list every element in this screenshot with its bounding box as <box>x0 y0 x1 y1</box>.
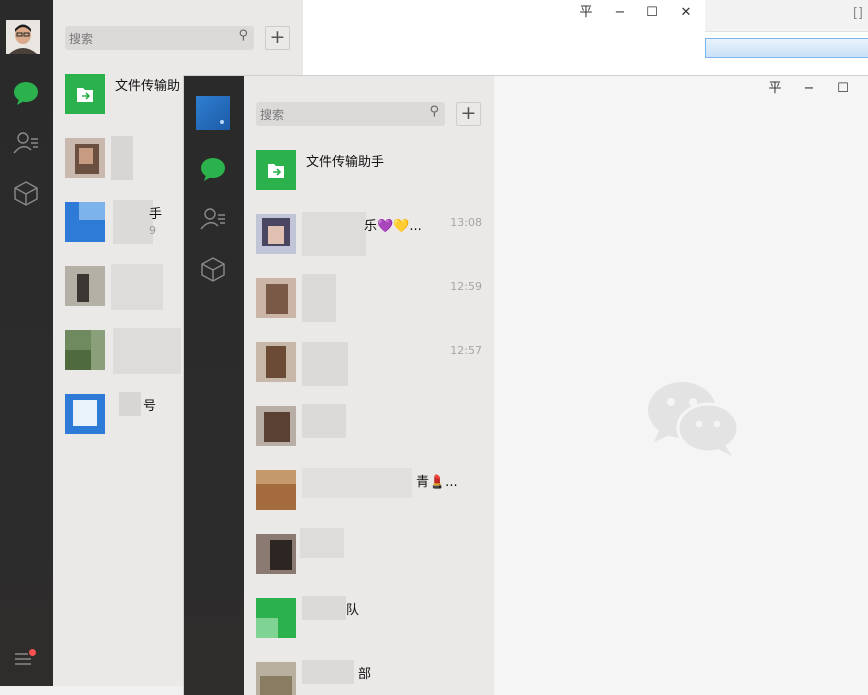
chat-list-panel: 搜索 ⚲ + 文件传输助手 乐💜💛... 13:08 12:59 12:57 青… <box>244 76 494 695</box>
restore-icon[interactable]: [] <box>853 6 863 21</box>
chat-name: 文件传输助 <box>115 79 181 94</box>
chat-time: 12:59 <box>450 280 482 293</box>
close-button[interactable]: ✕ <box>669 0 703 26</box>
dropdown-select[interactable]: ▾ <box>705 38 868 58</box>
user-avatar[interactable] <box>196 96 230 130</box>
add-chat-button[interactable]: + <box>456 102 481 126</box>
chat-name: 队 <box>346 603 360 618</box>
nav-sidebar <box>184 76 244 695</box>
chat-item[interactable]: 文件传输助手 <box>244 138 494 202</box>
minimize-button[interactable]: − <box>792 76 826 102</box>
pin-button[interactable]: 平 <box>569 0 603 26</box>
pixelated-name <box>302 212 366 256</box>
contact-avatar <box>256 470 296 510</box>
pixelated-name <box>302 342 348 386</box>
contact-avatar <box>65 202 105 242</box>
favorites-tab-icon[interactable] <box>196 252 230 286</box>
contacts-tab-icon[interactable] <box>196 202 230 236</box>
contact-avatar <box>65 138 105 178</box>
contacts-tab-icon[interactable] <box>9 126 43 160</box>
contact-avatar <box>256 278 296 318</box>
contact-avatar <box>256 214 296 254</box>
minimize-button[interactable]: − <box>603 0 637 26</box>
chat-tab-icon[interactable] <box>196 152 230 186</box>
background-window-titlebar: [] <box>705 0 868 32</box>
chat-name: 手 <box>149 207 163 222</box>
search-input[interactable]: 搜索 ⚲ <box>256 102 445 126</box>
search-placeholder: 搜索 <box>69 32 94 46</box>
maximize-button[interactable]: ☐ <box>635 0 669 26</box>
chat-preview: 9 <box>149 224 156 237</box>
chat-item[interactable]: 12:59 <box>244 266 494 330</box>
chat-item[interactable]: 乐💜💛... 13:08 <box>244 202 494 266</box>
pixelated-name <box>113 328 181 374</box>
pixelated-name <box>302 596 346 620</box>
conversation-area: 平 − ☐ <box>494 76 868 695</box>
file-transfer-avatar <box>65 74 105 114</box>
pixelated-name <box>111 264 163 310</box>
nav-sidebar <box>0 0 53 686</box>
file-transfer-avatar <box>256 150 296 190</box>
desktop: [] ▾ <box>0 0 868 695</box>
selection-strip <box>705 60 868 76</box>
contact-avatar <box>256 662 296 695</box>
contact-avatar <box>256 534 296 574</box>
wechat-logo-icon <box>644 376 744 460</box>
chat-name: 号 <box>143 399 157 414</box>
search-input[interactable]: 搜索 ⚲ <box>65 26 254 50</box>
contact-avatar <box>65 266 105 306</box>
chat-name: 青💄... <box>416 475 458 490</box>
contact-avatar <box>256 342 296 382</box>
chat-item[interactable] <box>244 522 494 586</box>
search-icon: ⚲ <box>429 104 439 119</box>
add-chat-button[interactable]: + <box>265 26 290 50</box>
wechat-window-front: 搜索 ⚲ + 文件传输助手 乐💜💛... 13:08 12:59 12:57 青… <box>183 75 868 695</box>
chat-name: 乐💜💛... <box>364 219 422 234</box>
chat-item[interactable]: 队 <box>244 586 494 650</box>
chat-item[interactable]: 12:57 <box>244 330 494 394</box>
pixelated-name <box>111 136 133 180</box>
chat-item[interactable]: 部 <box>244 650 494 695</box>
notification-dot <box>29 649 36 656</box>
contact-avatar <box>256 406 296 446</box>
chat-item[interactable] <box>244 394 494 458</box>
contact-avatar <box>65 394 105 434</box>
user-avatar[interactable] <box>6 20 40 54</box>
favorites-tab-icon[interactable] <box>9 176 43 210</box>
pixelated-name <box>302 404 346 438</box>
pixelated-name <box>302 660 354 684</box>
search-icon: ⚲ <box>238 28 248 43</box>
maximize-button[interactable]: ☐ <box>826 76 860 102</box>
chat-time: 12:57 <box>450 344 482 357</box>
search-placeholder: 搜索 <box>260 108 285 122</box>
contact-avatar <box>65 330 105 370</box>
chat-tab-icon[interactable] <box>9 76 43 110</box>
chat-name: 文件传输助手 <box>306 155 385 170</box>
pixelated-name <box>119 392 141 416</box>
chat-item[interactable]: 青💄... <box>244 458 494 522</box>
pixelated-name <box>300 528 344 558</box>
pin-button[interactable]: 平 <box>758 76 792 102</box>
pixelated-name <box>302 468 412 498</box>
chat-time: 13:08 <box>450 216 482 229</box>
pixelated-name <box>302 274 336 322</box>
contact-avatar <box>256 598 296 638</box>
pixelated-name <box>113 200 153 244</box>
menu-icon[interactable] <box>14 649 36 668</box>
chat-name: 部 <box>358 667 372 682</box>
